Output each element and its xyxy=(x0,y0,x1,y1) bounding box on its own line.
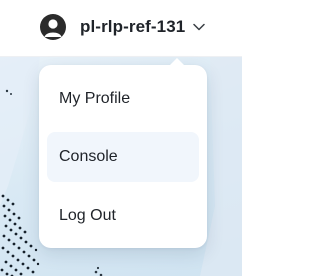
dropdown-caret xyxy=(169,58,185,66)
account-dropdown-menu: My Profile Console Log Out xyxy=(39,65,207,248)
menu-item-console[interactable]: Console xyxy=(47,132,199,182)
account-name: pl-rlp-ref-131 xyxy=(80,17,186,36)
page: pl-rlp-ref-131 My Profile Console Log Ou… xyxy=(0,0,242,276)
menu-item-log-out[interactable]: Log Out xyxy=(47,191,199,241)
top-bar: pl-rlp-ref-131 xyxy=(0,0,242,57)
account-menu-trigger[interactable]: pl-rlp-ref-131 xyxy=(40,13,206,41)
chevron-down-icon[interactable] xyxy=(192,20,206,34)
user-icon xyxy=(40,14,66,40)
menu-item-my-profile[interactable]: My Profile xyxy=(47,74,199,124)
